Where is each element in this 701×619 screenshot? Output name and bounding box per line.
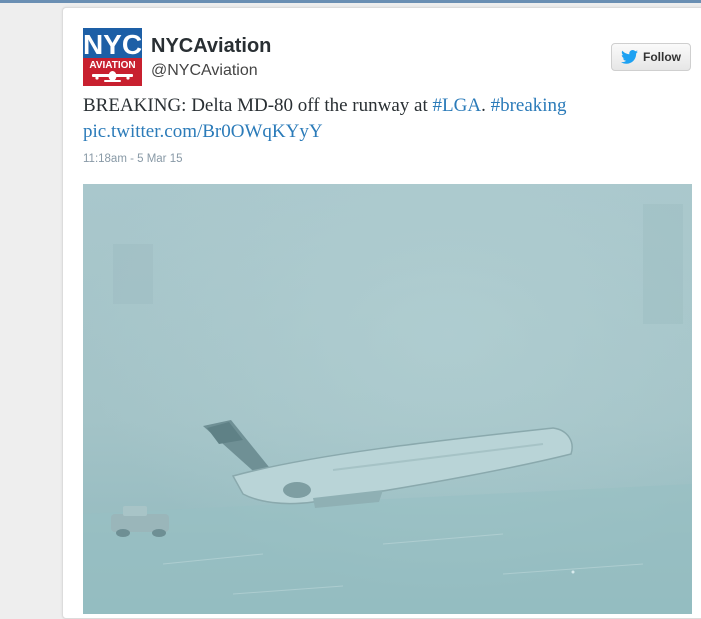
user-handle[interactable]: @NYCAviation [151,62,258,80]
pic-link[interactable]: pic.twitter.com/Br0OWqKYyY [83,121,323,142]
avatar[interactable]: NYC AVIATION [82,27,143,87]
display-name[interactable]: NYCAviation [151,35,271,58]
snowy-runway-photo [83,184,692,614]
follow-label: Follow [643,50,681,64]
tweet-card: NYC AVIATION NYCAviation @NYCAviation Fo… [62,7,701,619]
tweet-text-separator: . [481,95,491,116]
tweet-text: BREAKING: Delta MD-80 off the runway at … [83,93,683,145]
tweet-timestamp[interactable]: 11:18am - 5 Mar 15 [83,153,183,165]
tweet-photo[interactable] [83,184,692,614]
logo-text-top: NYC [83,29,142,60]
follow-button[interactable]: Follow [611,43,691,71]
hashtag-lga-link[interactable]: #LGA [433,95,482,116]
twitter-bird-icon [621,50,638,64]
tweet-text-prefix: BREAKING: Delta MD-80 off the runway at [83,95,433,116]
page-top-border [0,0,701,3]
hashtag-breaking-link[interactable]: #breaking [491,95,567,116]
nyc-aviation-logo: NYC AVIATION [82,27,143,87]
logo-text-bottom: AVIATION [89,60,135,71]
